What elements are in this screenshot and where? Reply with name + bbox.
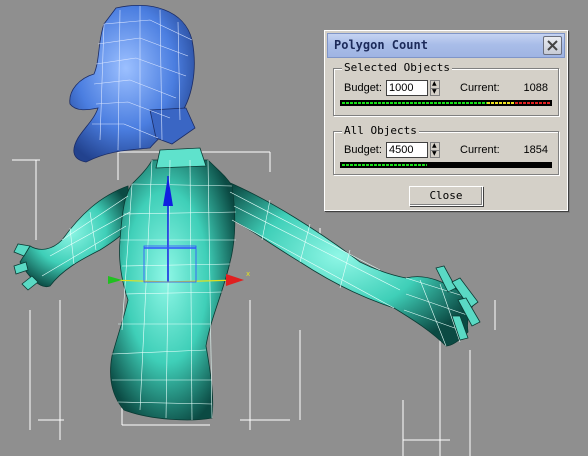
selected-current-value: 1088 [523,82,548,94]
all-budget-spinner[interactable]: ▲ ▼ [430,142,440,158]
all-budget-label: Budget: [344,144,382,156]
selected-meter-green [342,102,487,104]
selected-objects-legend: Selected Objects [342,61,452,74]
all-objects-legend: All Objects [342,124,419,137]
all-objects-group: All Objects Budget: 4500 ▲ ▼ Current: 18… [333,124,559,175]
selected-meter-yellow [487,102,515,104]
selected-budget-input[interactable]: 1000 [386,80,428,96]
all-budget-row: Budget: 4500 ▲ ▼ Current: 1854 [340,142,552,160]
all-current-value: 1854 [523,144,548,156]
dialog-titlebar[interactable]: Polygon Count [327,33,565,58]
selected-current-label: Current: [460,82,500,94]
all-budget-input[interactable]: 4500 [386,142,428,158]
spinner-down-icon[interactable]: ▼ [431,88,439,96]
selected-meter-red [515,102,551,104]
selected-budget-row: Budget: 1000 ▲ ▼ Current: 1088 [340,80,552,98]
head-mesh [69,5,196,163]
svg-text:x: x [246,270,250,278]
all-meter-green [342,164,427,166]
all-current-label: Current: [460,144,500,156]
dialog-title: Polygon Count [334,38,428,52]
close-icon[interactable] [543,36,562,55]
selected-budget-spinner[interactable]: ▲ ▼ [430,80,440,96]
close-button[interactable]: Close [409,186,483,206]
polygon-count-dialog: Polygon Count Selected Objects Budget: 1… [324,30,568,211]
all-polygon-meter [340,162,552,168]
selected-objects-group: Selected Objects Budget: 1000 ▲ ▼ Curren… [333,61,559,116]
selected-budget-label: Budget: [344,82,382,94]
selected-polygon-meter [340,100,552,106]
spinner-down-icon[interactable]: ▼ [431,150,439,158]
